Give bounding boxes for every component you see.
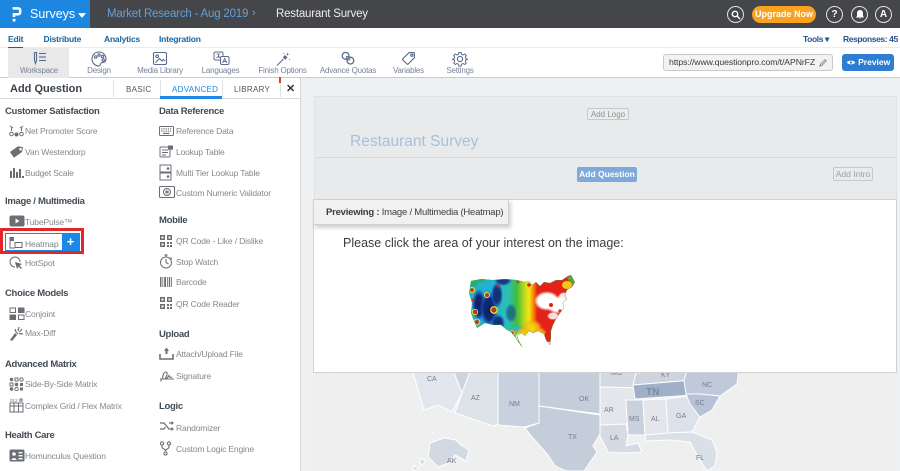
svg-text:AR: AR	[604, 407, 614, 414]
svg-text:NM: NM	[509, 401, 520, 408]
svg-text:GA: GA	[676, 413, 686, 420]
svg-text:KY: KY	[661, 373, 671, 379]
svg-text:TN: TN	[646, 387, 659, 398]
svg-text:TX: TX	[568, 434, 577, 441]
svg-text:SC: SC	[695, 400, 705, 407]
svg-text:MO: MO	[611, 373, 623, 377]
svg-text:LA: LA	[610, 435, 619, 442]
svg-text:CA: CA	[427, 376, 437, 383]
svg-text:NC: NC	[702, 382, 712, 389]
svg-text:AL: AL	[651, 416, 660, 423]
svg-text:AZ: AZ	[471, 395, 481, 402]
svg-text:AK: AK	[447, 458, 457, 465]
svg-text:FL: FL	[696, 455, 704, 462]
svg-text:MS: MS	[629, 416, 640, 423]
svg-text:OK: OK	[579, 396, 589, 403]
svg-text:012: 012	[10, 398, 18, 403]
